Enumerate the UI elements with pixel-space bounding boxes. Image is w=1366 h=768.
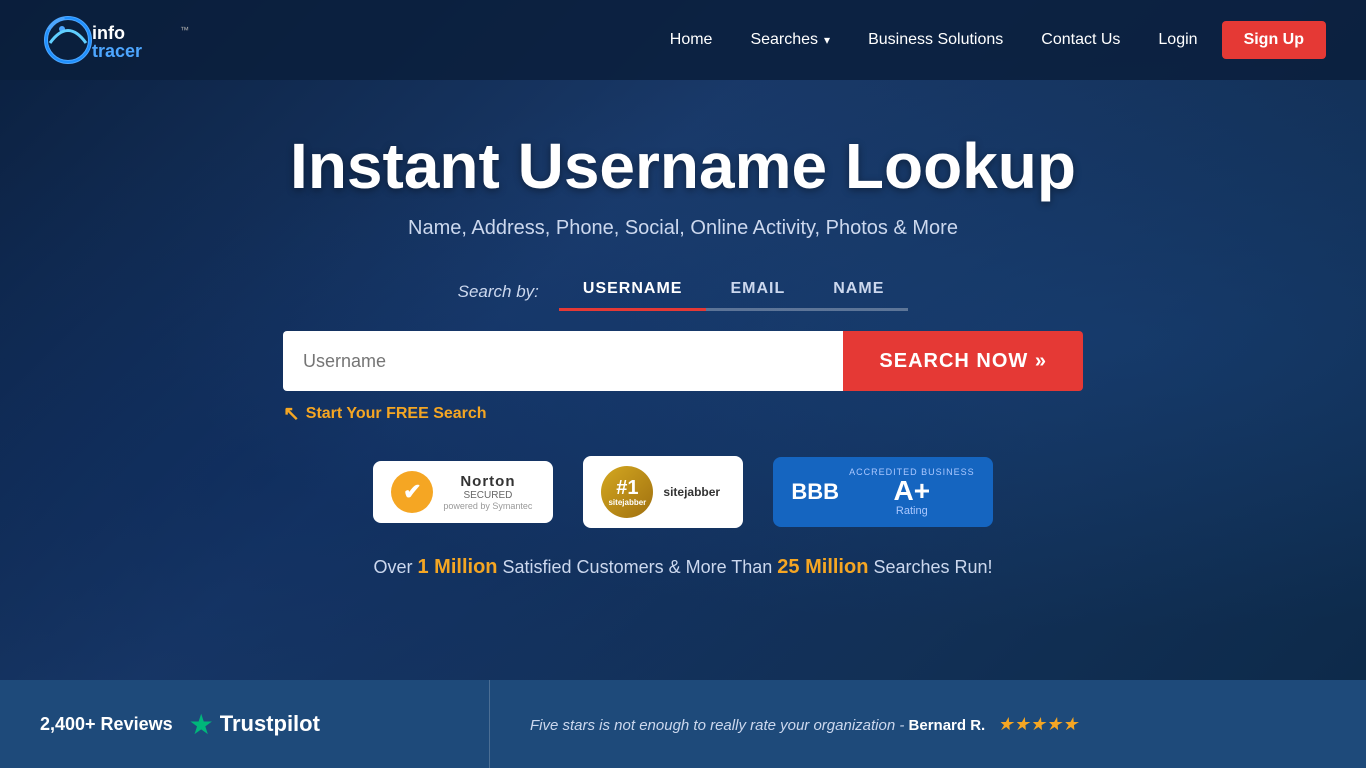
trust-badges: ✔ Norton SECURED powered by Symantec #1 …	[373, 456, 992, 528]
norton-brand: Norton	[443, 473, 532, 490]
review-author: Bernard R.	[909, 717, 986, 734]
bbb-logo: BBB	[791, 479, 839, 505]
svg-text:info: info	[92, 23, 125, 43]
sitejabber-badge: #1 sitejabber sitejabber	[583, 456, 743, 528]
trustpilot-label: Trustpilot	[220, 711, 320, 737]
navbar: info tracer ™ Home Searches ▾ Business S…	[0, 0, 1366, 80]
arrow-icon: ↖	[283, 401, 300, 426]
review-left: 2,400+ Reviews ★ Trustpilot	[0, 680, 490, 768]
hero-section: Instant Username Lookup Name, Address, P…	[0, 0, 1366, 680]
search-tabs: Search by: USERNAME EMAIL NAME	[458, 272, 909, 311]
review-stars: ★★★★★	[997, 714, 1078, 734]
stats-25m: 25 Million	[777, 556, 868, 578]
stats-pre: Over	[373, 557, 417, 577]
search-by-label: Search by:	[458, 282, 539, 302]
hero-title: Instant Username Lookup	[290, 131, 1076, 201]
svg-text:™: ™	[180, 25, 189, 35]
bbb-badge: BBB ACCREDITED BUSINESS A+ Rating	[773, 457, 992, 527]
norton-text: Norton SECURED powered by Symantec	[443, 473, 532, 511]
tab-name[interactable]: NAME	[809, 272, 908, 311]
svg-text:tracer: tracer	[92, 41, 142, 61]
search-button[interactable]: SEARCH NOW »	[843, 331, 1083, 391]
trustpilot-logo[interactable]: ★ Trustpilot	[189, 708, 320, 741]
norton-badge: ✔ Norton SECURED powered by Symantec	[373, 461, 553, 523]
stats-mid: Satisfied Customers & More Than	[503, 557, 778, 577]
review-quote: Five stars is not enough to really rate …	[530, 714, 1078, 735]
free-search-text: Start Your FREE Search	[306, 405, 487, 423]
bbb-rating-label: Rating	[849, 505, 975, 517]
sitejabber-text: sitejabber	[608, 498, 646, 507]
norton-check-icon: ✔	[391, 471, 433, 513]
review-right: Five stars is not enough to really rate …	[490, 680, 1366, 768]
bbb-text: ACCREDITED BUSINESS A+ Rating	[849, 467, 975, 517]
bbb-rating: A+	[849, 477, 975, 505]
hero-subtitle: Name, Address, Phone, Social, Online Act…	[408, 217, 958, 240]
review-count: 2,400+ Reviews	[40, 714, 173, 735]
chevron-down-icon: ▾	[824, 33, 830, 47]
signup-button[interactable]: Sign Up	[1222, 21, 1326, 59]
sitejabber-number: #1	[616, 478, 638, 498]
free-search-hint[interactable]: ↖ Start Your FREE Search	[283, 401, 487, 426]
search-input[interactable]	[283, 331, 843, 391]
login-button[interactable]: Login	[1144, 23, 1211, 57]
hero-content: Instant Username Lookup Name, Address, P…	[0, 131, 1366, 579]
sitejabber-brand: sitejabber	[663, 485, 720, 499]
review-bar: 2,400+ Reviews ★ Trustpilot Five stars i…	[0, 680, 1366, 768]
stats-1m: 1 Million	[418, 556, 498, 578]
sitejabber-medal: #1 sitejabber	[601, 466, 653, 518]
logo[interactable]: info tracer ™	[40, 13, 200, 68]
search-box-row: SEARCH NOW »	[283, 331, 1083, 391]
hero-stats: Over 1 Million Satisfied Customers & Mor…	[373, 556, 992, 579]
tab-username[interactable]: USERNAME	[559, 272, 707, 311]
nav-searches[interactable]: Searches ▾	[736, 23, 844, 57]
nav-links: Home Searches ▾ Business Solutions Conta…	[656, 21, 1326, 59]
nav-business[interactable]: Business Solutions	[854, 23, 1017, 57]
trustpilot-star-icon: ★	[189, 708, 214, 741]
nav-home[interactable]: Home	[656, 23, 727, 57]
nav-contact[interactable]: Contact Us	[1027, 23, 1134, 57]
tab-email[interactable]: EMAIL	[706, 272, 809, 311]
norton-symantec: powered by Symantec	[443, 501, 532, 511]
norton-secured: SECURED	[443, 490, 532, 501]
stats-post: Searches Run!	[873, 557, 992, 577]
